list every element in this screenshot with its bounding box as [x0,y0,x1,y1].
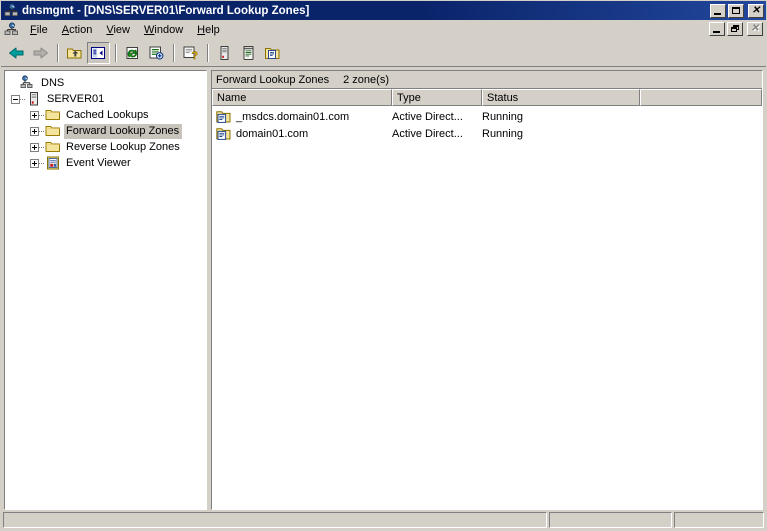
menu-action[interactable]: Action [55,22,100,39]
zone-name: _msdcs.domain01.com [236,110,350,123]
window-controls: ✕ [710,3,764,18]
list-view-button[interactable] [237,42,260,64]
event-viewer-icon [45,155,61,171]
cell-name: _msdcs.domain01.com [212,109,392,125]
tree-node-label: DNS [41,76,65,89]
cell-name: domain01.com [212,126,392,142]
tree-node-dns[interactable]: DNS [9,75,206,91]
mmc-console-icon [3,3,19,19]
back-button[interactable] [5,42,28,64]
server-icon [26,91,42,107]
show-tree-icon [90,45,107,61]
folder-icon [45,139,61,155]
child-close-button: ✕ [747,22,763,36]
column-header-status[interactable]: Status [482,89,640,106]
export-list-button[interactable] [145,42,168,64]
tree-node-label: Cached Lookups [66,108,149,121]
list-icon [240,45,257,61]
export-list-icon [148,45,165,61]
cell-status: Running [482,127,523,140]
tree-node-reverse-lookup-zones[interactable]: Reverse Lookup Zones [9,139,206,155]
results-list[interactable]: _msdcs.domain01.com Active Direct... Run… [212,106,762,509]
dns-manager-window: dnsmgmt - [DNS\SERVER01\Forward Lookup Z… [0,0,767,531]
cell-type: Active Direct... [392,110,463,123]
column-header-blank[interactable] [640,89,762,106]
menu-help[interactable]: Help [190,22,227,39]
tree-node-event-viewer[interactable]: Event Viewer [9,155,206,171]
window-titlebar[interactable]: dnsmgmt - [DNS\SERVER01\Forward Lookup Z… [1,1,766,20]
zone-name: domain01.com [236,127,309,140]
mdi-child-controls: ✕ [709,22,763,36]
tree-node-label: Reverse Lookup Zones [66,140,180,153]
tree-expander-minus-icon[interactable] [11,94,20,104]
table-row[interactable]: domain01.com Active Direct... Running [212,125,762,142]
up-one-level-button[interactable] [63,42,86,64]
tree-node-cached-lookups[interactable]: Cached Lookups [9,107,206,123]
mdi-system-menu-icon[interactable] [3,22,19,38]
close-button[interactable]: ✕ [748,3,764,18]
dns-console-icon [20,75,36,91]
refresh-button[interactable] [121,42,144,64]
mdi-client-area: DNS SERVER01 Cached Lookups Forward Look… [1,67,766,510]
child-minimize-button[interactable] [709,22,725,36]
tree-expander-plus-icon[interactable] [30,142,39,152]
forward-button [29,42,52,64]
tree-expander-plus-icon[interactable] [30,158,39,168]
column-header-row: Name Type Status [212,89,762,106]
folder-icon [45,107,61,123]
main-toolbar: ? [1,40,766,67]
results-caption-title: Forward Lookup Zones [216,73,330,86]
server-icon [216,45,233,61]
cell-type: Active Direct... [392,127,463,140]
minimize-button[interactable] [710,3,726,18]
help-button[interactable]: ? [179,42,202,64]
zone-icon [216,109,232,125]
tree-node-label: Event Viewer [66,156,131,169]
toolbar-separator [173,44,175,62]
window-title: dnsmgmt - [DNS\SERVER01\Forward Lookup Z… [22,4,310,17]
toolbar-separator [115,44,117,62]
up-folder-icon [66,45,83,61]
cell-status: Running [482,110,523,123]
table-row[interactable]: _msdcs.domain01.com Active Direct... Run… [212,108,762,125]
svg-text:?: ? [191,50,198,61]
status-bar [1,510,766,530]
results-caption-bar: Forward Lookup Zones 2 zone(s) [212,71,762,89]
menu-bar: File Action View Window Help ✕ [1,20,766,40]
console-tree: DNS SERVER01 Cached Lookups Forward Look… [5,71,206,509]
maximize-button[interactable] [728,3,744,18]
zone-icon [216,126,232,142]
tree-node-label: Forward Lookup Zones [64,123,183,139]
tree-expander-plus-icon[interactable] [30,110,39,120]
tree-expander-plus-icon[interactable] [30,126,39,136]
menu-window[interactable]: Window [137,22,190,39]
new-zone-icon [264,45,281,61]
new-zone-button[interactable] [261,42,284,64]
panes-container: DNS SERVER01 Cached Lookups Forward Look… [4,70,763,510]
forward-icon [32,45,49,61]
help-icon: ? [182,45,199,61]
tree-node-forward-lookup-zones[interactable]: Forward Lookup Zones [9,123,206,139]
back-icon [8,45,25,61]
status-pane-secondary [549,512,672,528]
toolbar-separator [207,44,209,62]
menu-file[interactable]: File [23,22,55,39]
results-pane: Forward Lookup Zones 2 zone(s) Name Type… [211,70,763,510]
results-caption-count: 2 zone(s) [343,73,389,86]
refresh-icon [124,45,141,61]
status-pane-tertiary [674,512,764,528]
column-header-type[interactable]: Type [392,89,482,106]
menu-view[interactable]: View [99,22,137,39]
tree-node-server01[interactable]: SERVER01 [9,91,206,107]
folder-icon [45,123,61,139]
child-restore-button[interactable] [727,22,743,36]
toolbar-separator [57,44,59,62]
status-pane-message [3,512,547,528]
server-properties-button[interactable] [213,42,236,64]
column-header-name[interactable]: Name [212,89,392,106]
tree-node-label: SERVER01 [47,92,105,105]
console-tree-pane[interactable]: DNS SERVER01 Cached Lookups Forward Look… [4,70,207,510]
show-hide-tree-button[interactable] [87,42,110,64]
